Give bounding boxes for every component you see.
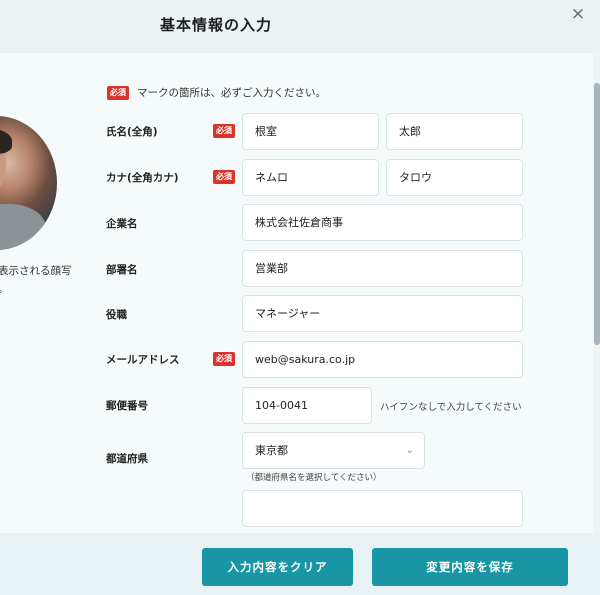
prefecture-label: 都道府県 <box>106 453 148 465</box>
save-button[interactable]: 変更内容を保存 <box>372 548 568 586</box>
clear-button[interactable]: 入力内容をクリア <box>202 548 353 586</box>
required-note: 必須 マークの箇所は、必ずご入力ください。 <box>107 85 326 100</box>
photo-hair <box>0 128 12 154</box>
photo-shirt <box>0 204 46 250</box>
prefecture-hint: （都道府県名を選択してください） <box>246 473 382 483</box>
name-required-badge: 必須 <box>213 124 235 138</box>
required-badge: 必須 <box>107 85 129 100</box>
last-kana-input[interactable]: ネムロ <box>242 159 379 196</box>
company-input[interactable]: 株式会社佐倉商事 <box>242 204 523 241</box>
postal-label: 郵便番号 <box>106 400 148 412</box>
position-label: 役職 <box>106 309 127 321</box>
photo-caption-line1: 表示される顔写 <box>0 265 72 277</box>
photo-caption-line2: 。 <box>0 280 72 298</box>
chevron-down-icon: ⌄ <box>405 445 414 456</box>
department-label: 部署名 <box>106 264 138 276</box>
dialog-title: 基本情報の入力 <box>160 16 273 34</box>
prefecture-select[interactable]: 東京都 ⌄ <box>242 432 425 469</box>
position-input[interactable]: マネージャー <box>242 295 523 332</box>
name-label: 氏名(全角) <box>106 126 158 138</box>
email-input[interactable]: web@sakura.co.jp <box>242 341 523 378</box>
close-icon[interactable]: × <box>568 4 588 24</box>
address-input[interactable] <box>242 490 523 527</box>
kana-label: カナ(全角カナ) <box>106 172 179 184</box>
kana-required-badge: 必須 <box>213 170 235 184</box>
scrollbar-thumb[interactable] <box>594 83 600 345</box>
postal-input[interactable]: 104-0041 <box>242 387 372 424</box>
required-note-text: マークの箇所は、必ずご入力ください。 <box>137 87 326 99</box>
photo-caption: 表示される顔写 。 <box>0 262 72 298</box>
prefecture-value: 東京都 <box>255 444 288 457</box>
department-input[interactable]: 営業部 <box>242 250 523 287</box>
profile-photo[interactable] <box>0 116 57 250</box>
last-name-input[interactable]: 根室 <box>242 113 379 150</box>
company-label: 企業名 <box>106 218 138 230</box>
form-scroll-area[interactable]: 表示される顔写 。 必須 マークの箇所は、必ずご入力ください。 氏名(全角) 必… <box>0 53 600 533</box>
email-label: メールアドレス <box>106 354 180 366</box>
first-kana-input[interactable]: タロウ <box>386 159 523 196</box>
dialog-header: 基本情報の入力 × <box>0 0 600 53</box>
postal-hint: ハイフンなしで入力してください <box>380 402 522 413</box>
first-name-input[interactable]: 太郎 <box>386 113 523 150</box>
email-required-badge: 必須 <box>213 352 235 366</box>
